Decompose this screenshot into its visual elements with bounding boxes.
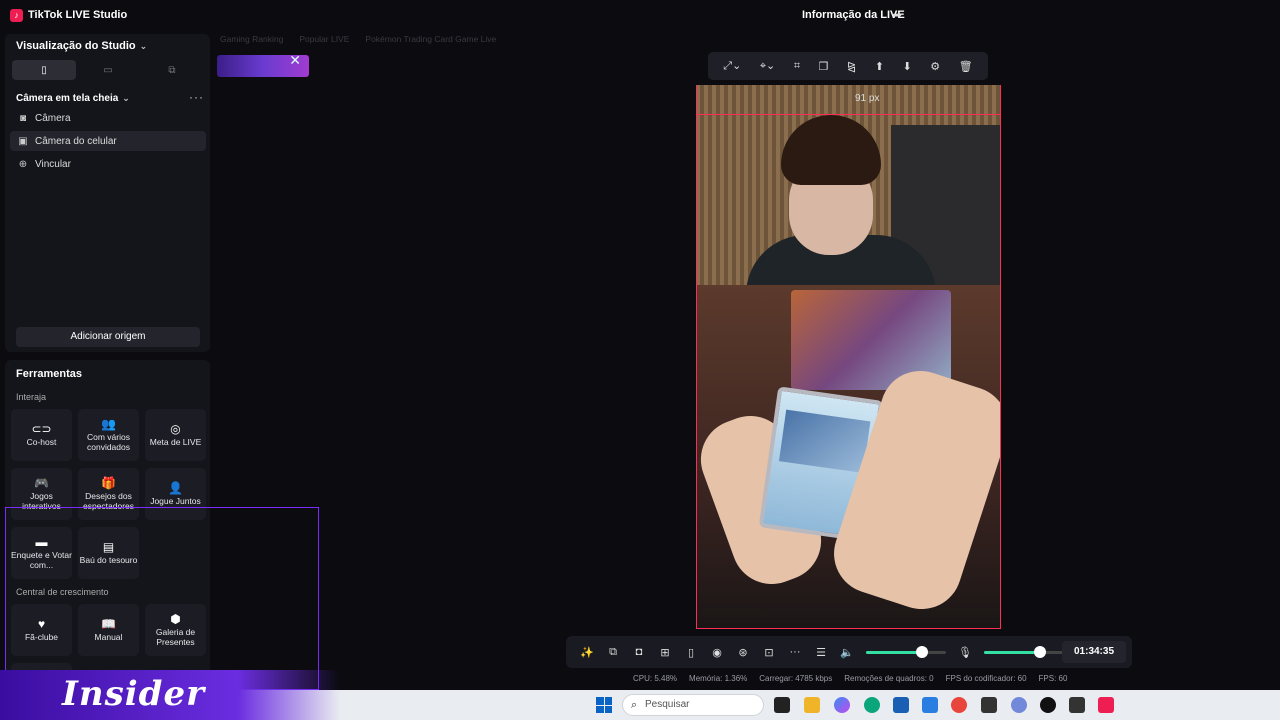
search-icon: ⌕ — [631, 699, 638, 711]
stream-control-bar: ✨ ⧉ ◘ ⊞ ▯ ◉ ⊛ ⊡ ··· ☰ 🔈 🎙 01:34:35 — [566, 636, 1132, 668]
fit-icon[interactable]: ⤢⌄ — [723, 59, 741, 73]
tab-popular-live[interactable]: Popular LIVE — [299, 34, 349, 48]
portrait-layout-button[interactable]: ▯ — [12, 60, 76, 80]
users-icon: 👥 — [101, 416, 116, 431]
cpu-stat: CPU: 5.48% — [633, 674, 678, 683]
dropped-frames-stat: Remoções de quadros: 0 — [844, 674, 934, 683]
stream-stats: CPU: 5.48% Memória: 1.36% Carregar: 4785… — [633, 674, 1067, 683]
camera-record-icon[interactable]: ⊡ — [756, 646, 782, 659]
chevron-down-icon: ⌄ — [139, 41, 148, 51]
file-explorer-icon[interactable] — [804, 697, 820, 713]
taskbar-search[interactable]: ⌕ Pesquisar — [622, 694, 764, 716]
gift-icon: 🎁 — [101, 475, 116, 490]
layout-switcher: ▯ ▭ ⧉ — [12, 60, 204, 80]
canvas-toolbar: ⤢⌄ ⌖⌄ ⌗ ❐ ⧎ ⬆ ⬇ ⚙ 🗑 — [708, 52, 988, 80]
mixer-icon[interactable]: ☰ — [808, 646, 834, 659]
more-options-icon[interactable]: ··· — [189, 90, 204, 104]
discord-icon[interactable] — [1011, 697, 1027, 713]
tab-gaming-ranking[interactable]: Gaming Ranking — [220, 34, 283, 48]
replay-icon[interactable]: ⊛ — [730, 646, 756, 659]
target-icon: ◎ — [170, 421, 181, 436]
category-tabs: Gaming Ranking Popular LIVE Pokémon Trad… — [220, 34, 496, 48]
live-goal-tool[interactable]: ◎ Meta de LIVE — [145, 409, 206, 461]
memory-stat: Memória: 1.36% — [689, 674, 748, 683]
selection-box[interactable] — [696, 114, 1001, 629]
globe-icon: ⊕ — [18, 158, 28, 170]
banner-logo-icon: ✕ — [289, 52, 301, 68]
speaker-icon[interactable]: 🔈 — [834, 646, 860, 659]
windows-start-icon[interactable] — [596, 697, 612, 713]
scene-icon[interactable]: ⧉ — [600, 646, 626, 659]
chrome-icon[interactable] — [951, 697, 967, 713]
interact-title: Interaja — [16, 392, 47, 402]
cohost-tool[interactable]: ⊂⊃ Co-host — [11, 409, 72, 461]
upload-stat: Carregar: 4785 kbps — [759, 674, 833, 683]
obs-icon[interactable] — [1040, 697, 1056, 713]
insider-logo: Insider — [62, 674, 205, 714]
add-source-button[interactable]: Adicionar origem — [16, 327, 200, 347]
phone-camera-icon: ▣ — [18, 135, 28, 147]
volume-slider[interactable] — [866, 645, 946, 658]
layer-down-icon[interactable]: ⬇ — [903, 60, 912, 73]
camera-icon: ◙ — [19, 112, 27, 124]
mail-icon[interactable] — [922, 697, 938, 713]
promo-banner[interactable]: ✕ — [217, 52, 309, 77]
microphone-icon[interactable]: 🎙 — [952, 646, 978, 659]
landscape-layout-button[interactable]: ▭ — [76, 60, 140, 80]
title-bar — [0, 0, 1280, 32]
magic-icon[interactable]: ✨ — [574, 646, 600, 659]
link-icon: ⊂⊃ — [31, 421, 52, 436]
distance-label: 91 px — [855, 93, 880, 104]
selection-guide — [696, 85, 1001, 114]
share-icon[interactable]: ➦ — [892, 8, 902, 22]
crop-icon[interactable]: ⌗ — [794, 60, 800, 73]
layer-up-icon[interactable]: ⬆ — [875, 60, 884, 73]
source-item-phone-camera[interactable]: ▣ Câmera do celular — [10, 131, 206, 151]
fps-stat: FPS: 60 — [1038, 674, 1068, 683]
studio-view-dropdown[interactable]: Visualização do Studio ⌄ — [16, 40, 147, 52]
tools-title: Ferramentas — [16, 368, 83, 380]
edge-icon[interactable] — [864, 697, 880, 713]
settings-icon[interactable]: ⚙ — [930, 60, 940, 73]
multi-guest-tool[interactable]: 👥 Com vários convidados — [78, 409, 139, 461]
source-item-link[interactable]: ⊕ Vincular — [10, 154, 206, 174]
copilot-icon[interactable] — [834, 697, 850, 713]
source-item-camera[interactable]: ◙ Câmera — [10, 108, 206, 128]
tiktok-studio-icon[interactable] — [1098, 697, 1114, 713]
gamepad-icon: 🎮 — [34, 475, 49, 490]
live-info-button[interactable]: Informação da LIVE — [802, 9, 905, 21]
studio-panel: Visualização do Studio ⌄ ▯ ▭ ⧉ Câmera em … — [5, 34, 210, 352]
store-icon[interactable] — [893, 697, 909, 713]
screenshot-icon[interactable]: ◘ — [626, 646, 652, 658]
camera-scene-dropdown[interactable]: Câmera em tela cheia ⌄ — [16, 93, 130, 104]
chevron-down-icon: ⌄ — [122, 93, 130, 103]
app-title: TikTok LIVE Studio — [28, 9, 128, 21]
position-icon[interactable]: ⌖⌄ — [760, 59, 775, 73]
dual-layout-button[interactable]: ⧉ — [140, 60, 204, 80]
user-icon: 👤 — [168, 480, 183, 495]
copy-icon[interactable]: ❐ — [819, 60, 829, 73]
capcut-icon[interactable] — [981, 697, 997, 713]
tiktok-logo-icon: ♪ — [10, 9, 23, 22]
overlay-frame — [5, 507, 319, 690]
encoder-fps-stat: FPS do codificador: 60 — [945, 674, 1027, 683]
delete-icon[interactable]: 🗑 — [959, 60, 973, 73]
task-view-icon[interactable] — [774, 697, 790, 713]
record-icon[interactable]: ◉ — [704, 646, 730, 659]
add-scene-icon[interactable]: ⊞ — [652, 646, 678, 659]
flip-icon[interactable]: ⧎ — [847, 60, 856, 73]
more-icon[interactable]: ··· — [782, 646, 808, 658]
live-timer: 01:34:35 — [1062, 641, 1126, 663]
phone-icon[interactable]: ▯ — [678, 646, 704, 659]
tab-pokemon-tcg[interactable]: Pokémon Trading Card Game Live — [365, 34, 496, 48]
mic-slider[interactable] — [984, 645, 1064, 658]
capcut-2-icon[interactable] — [1069, 697, 1085, 713]
